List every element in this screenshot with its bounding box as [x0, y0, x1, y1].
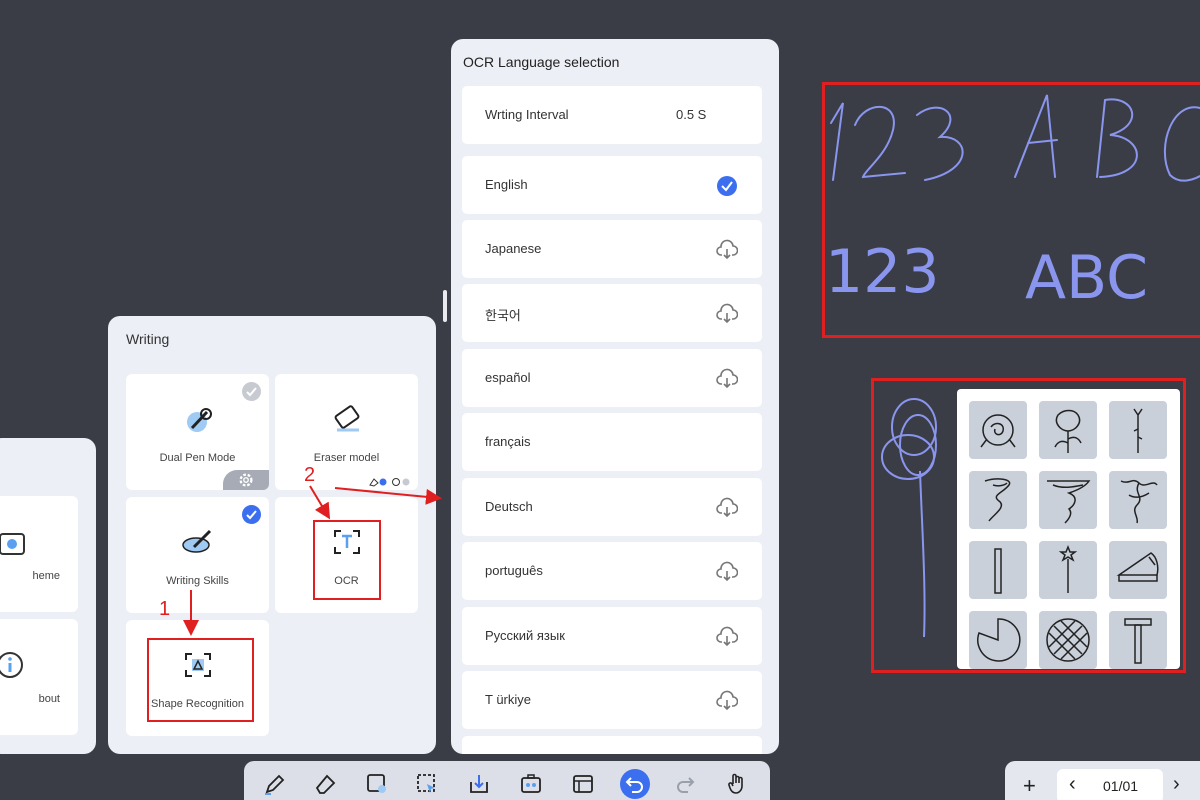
cloud-download-icon[interactable] — [716, 690, 738, 712]
toolbox-tool-button[interactable] — [516, 769, 546, 799]
recognized-letters: ABC — [1025, 243, 1149, 313]
eraser-icon — [315, 774, 336, 794]
shape-option-rose[interactable] — [969, 401, 1027, 459]
clear-icon — [367, 774, 386, 793]
ocr-panel-title: OCR Language selection — [463, 54, 620, 70]
language-row-partial[interactable] — [462, 736, 762, 754]
rose-stem-icon — [1054, 409, 1082, 453]
hand-tool-button[interactable] — [722, 769, 752, 799]
language-row-french[interactable]: français — [462, 413, 762, 471]
save-tool-button[interactable] — [464, 769, 494, 799]
language-label: Deutsch — [485, 499, 533, 514]
undo-button[interactable] — [620, 769, 650, 799]
pie-chart-icon — [977, 618, 1021, 662]
selected-check-icon — [717, 176, 737, 196]
writing-interval-value[interactable]: 0.5 S — [676, 107, 706, 122]
pie-lattice-icon — [1046, 618, 1090, 662]
language-label: Japanese — [485, 241, 542, 256]
language-row-korean[interactable]: 한국어 — [462, 284, 762, 342]
pen-tool-button[interactable] — [260, 769, 290, 799]
rose-icon — [980, 414, 1016, 448]
language-row-german[interactable]: Deutsch — [462, 478, 762, 536]
shape-suggestion-panel — [957, 389, 1180, 669]
tornado-icon — [1047, 480, 1091, 524]
drag-handle[interactable] — [443, 290, 447, 322]
ocr-language-panel: OCR Language selection Wrting Interval 0… — [451, 39, 779, 754]
shape-option-wand[interactable] — [1039, 541, 1097, 599]
cloud-download-icon[interactable] — [716, 561, 738, 583]
cloud-download-icon[interactable] — [716, 626, 738, 648]
tornado-icon — [1120, 479, 1158, 524]
board-icon — [573, 775, 593, 793]
redo-button[interactable] — [670, 769, 700, 799]
shape-option-tornado-c[interactable] — [1109, 471, 1167, 529]
language-row-english[interactable]: English — [462, 156, 762, 214]
shape-option-pie-chart[interactable] — [969, 611, 1027, 669]
hammer-icon — [1124, 618, 1152, 664]
shape-option-stick[interactable] — [969, 541, 1027, 599]
cloud-download-icon[interactable] — [716, 239, 738, 261]
redo-icon — [677, 777, 695, 793]
wand-icon — [1058, 544, 1078, 593]
clear-tool-button[interactable] — [362, 769, 392, 799]
next-page-button[interactable]: › — [1173, 773, 1180, 796]
eraser-tool-button[interactable] — [310, 769, 340, 799]
shape-scribble — [881, 398, 937, 638]
page-navigator: + ‹ 01/01 › — [1005, 761, 1200, 800]
toolbox-icon — [521, 774, 541, 793]
prev-page-button[interactable]: ‹ — [1069, 773, 1076, 796]
ocr-demo-area: 123 ABC — [822, 82, 1200, 338]
undo-icon — [625, 777, 643, 793]
shape-option-rose-stem[interactable] — [1039, 401, 1097, 459]
save-icon — [470, 775, 488, 793]
language-label: Русский язык — [485, 628, 565, 643]
writing-interval-row[interactable]: Wrting Interval 0.5 S — [462, 86, 762, 144]
select-tool-button[interactable] — [412, 769, 442, 799]
language-row-spanish[interactable]: español — [462, 349, 762, 407]
cloud-download-icon[interactable] — [716, 303, 738, 325]
handwriting-strokes — [830, 94, 1200, 182]
language-row-portuguese[interactable]: português — [462, 542, 762, 600]
page-indicator: 01/01 — [1103, 778, 1139, 794]
recognized-numbers: 123 — [825, 237, 940, 307]
shape-option-pie-lattice[interactable] — [1039, 611, 1097, 669]
select-icon — [417, 774, 435, 793]
language-label: 한국어 — [485, 308, 521, 323]
cloud-download-icon[interactable] — [716, 368, 738, 390]
tornado-icon — [984, 478, 1011, 522]
add-page-button[interactable]: + — [1023, 775, 1036, 797]
shape-option-tornado-a[interactable] — [969, 471, 1027, 529]
shape-option-tornado-b[interactable] — [1039, 471, 1097, 529]
shape-option-flower-stem[interactable] — [1109, 401, 1167, 459]
board-tool-button[interactable] — [568, 769, 598, 799]
language-row-turkish[interactable]: T ürkiye — [462, 671, 762, 729]
language-label: English — [485, 177, 528, 192]
shape-option-pie-slice[interactable] — [1109, 541, 1167, 599]
pen-icon — [265, 774, 285, 795]
writing-interval-label: Wrting Interval — [485, 107, 569, 122]
shape-option-hammer[interactable] — [1109, 611, 1167, 669]
language-label: español — [485, 370, 531, 385]
language-label: français — [485, 434, 531, 449]
language-label: português — [485, 563, 543, 578]
language-label: T ürkiye — [485, 692, 531, 707]
language-row-japanese[interactable]: Japanese — [462, 220, 762, 278]
hand-icon — [728, 773, 743, 794]
pie-slice-icon — [1116, 552, 1159, 582]
cloud-download-icon[interactable] — [716, 497, 738, 519]
language-row-russian[interactable]: Русский язык — [462, 607, 762, 665]
stick-icon — [994, 548, 1002, 594]
flower-stem-icon — [1133, 408, 1143, 453]
bottom-toolbar — [244, 761, 770, 800]
